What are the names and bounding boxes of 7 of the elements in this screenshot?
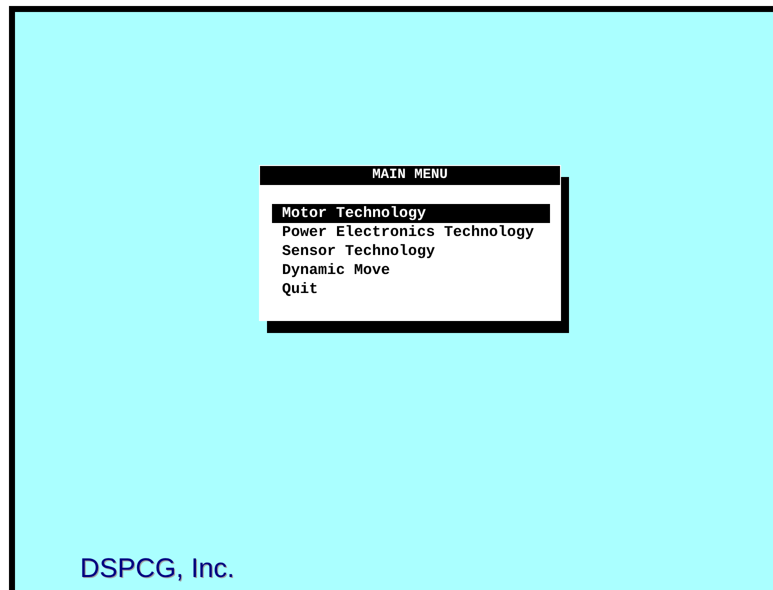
company-name: DSPCG, Inc. [80, 555, 236, 582]
menu-item[interactable]: Power Electronics Technology [272, 223, 550, 242]
menu-item[interactable]: Motor Technology [272, 204, 550, 223]
menu-item[interactable]: Quit [272, 280, 550, 299]
menu-item[interactable]: Sensor Technology [272, 242, 550, 261]
menu-title: MAIN MENU [260, 166, 560, 185]
menu-item[interactable]: Dynamic Move [272, 261, 550, 280]
